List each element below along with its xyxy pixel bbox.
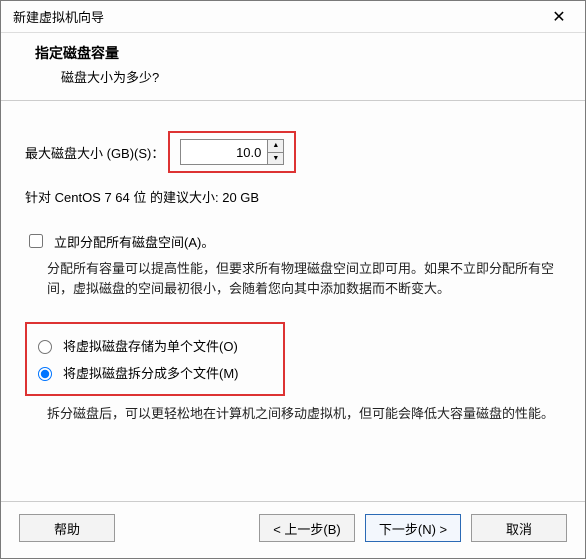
spinner-up-icon[interactable]: ▲: [268, 140, 283, 153]
allocate-now-label: 立即分配所有磁盘空间(A)。: [54, 232, 214, 251]
spinner-down-icon[interactable]: ▼: [268, 153, 283, 165]
wizard-content: 最大磁盘大小 (GB)(S)： ▲ ▼ 针对 CentOS 7 64 位 的建议…: [1, 101, 585, 501]
split-file-radio-row[interactable]: 将虚拟磁盘拆分成多个文件(M): [33, 359, 277, 386]
split-file-label: 将虚拟磁盘拆分成多个文件(M): [63, 363, 239, 382]
page-title: 指定磁盘容量: [35, 43, 551, 63]
wizard-dialog: 新建虚拟机向导 ✕ 指定磁盘容量 磁盘大小为多少? 最大磁盘大小 (GB)(S)…: [0, 0, 586, 559]
disk-size-input[interactable]: [181, 140, 267, 164]
next-button[interactable]: 下一步(N) >: [365, 514, 461, 542]
single-file-label: 将虚拟磁盘存储为单个文件(O): [63, 336, 238, 355]
disk-size-spinner[interactable]: ▲ ▼: [180, 139, 284, 165]
allocate-now-checkbox-row[interactable]: 立即分配所有磁盘空间(A)。: [25, 232, 561, 251]
page-subtitle: 磁盘大小为多少?: [61, 67, 551, 86]
close-icon[interactable]: ✕: [541, 5, 577, 29]
wizard-header: 指定磁盘容量 磁盘大小为多少?: [1, 33, 585, 101]
help-button[interactable]: 帮助: [19, 514, 115, 542]
single-file-radio-row[interactable]: 将虚拟磁盘存储为单个文件(O): [33, 332, 277, 359]
disk-size-label: 最大磁盘大小 (GB)(S)：: [25, 143, 164, 162]
back-button[interactable]: < 上一步(B): [259, 514, 355, 542]
titlebar: 新建虚拟机向导 ✕: [1, 1, 585, 33]
allocate-now-desc: 分配所有容量可以提高性能，但要求所有物理磁盘空间立即可用。如果不立即分配所有空间…: [47, 259, 561, 298]
wizard-footer: 帮助 < 上一步(B) 下一步(N) > 取消: [1, 501, 585, 558]
cancel-button[interactable]: 取消: [471, 514, 567, 542]
recommend-text: 针对 CentOS 7 64 位 的建议大小: 20 GB: [25, 187, 561, 206]
spinner-buttons: ▲ ▼: [267, 140, 283, 164]
allocate-now-checkbox[interactable]: [29, 234, 43, 248]
single-file-radio[interactable]: [38, 340, 52, 354]
window-title: 新建虚拟机向导: [13, 7, 104, 26]
disk-size-row: 最大磁盘大小 (GB)(S)： ▲ ▼: [25, 131, 561, 173]
split-file-desc: 拆分磁盘后，可以更轻松地在计算机之间移动虚拟机，但可能会降低大容量磁盘的性能。: [47, 404, 561, 424]
disk-size-highlight: ▲ ▼: [168, 131, 296, 173]
storage-radio-group: 将虚拟磁盘存储为单个文件(O) 将虚拟磁盘拆分成多个文件(M): [25, 322, 285, 396]
split-file-radio[interactable]: [38, 367, 52, 381]
